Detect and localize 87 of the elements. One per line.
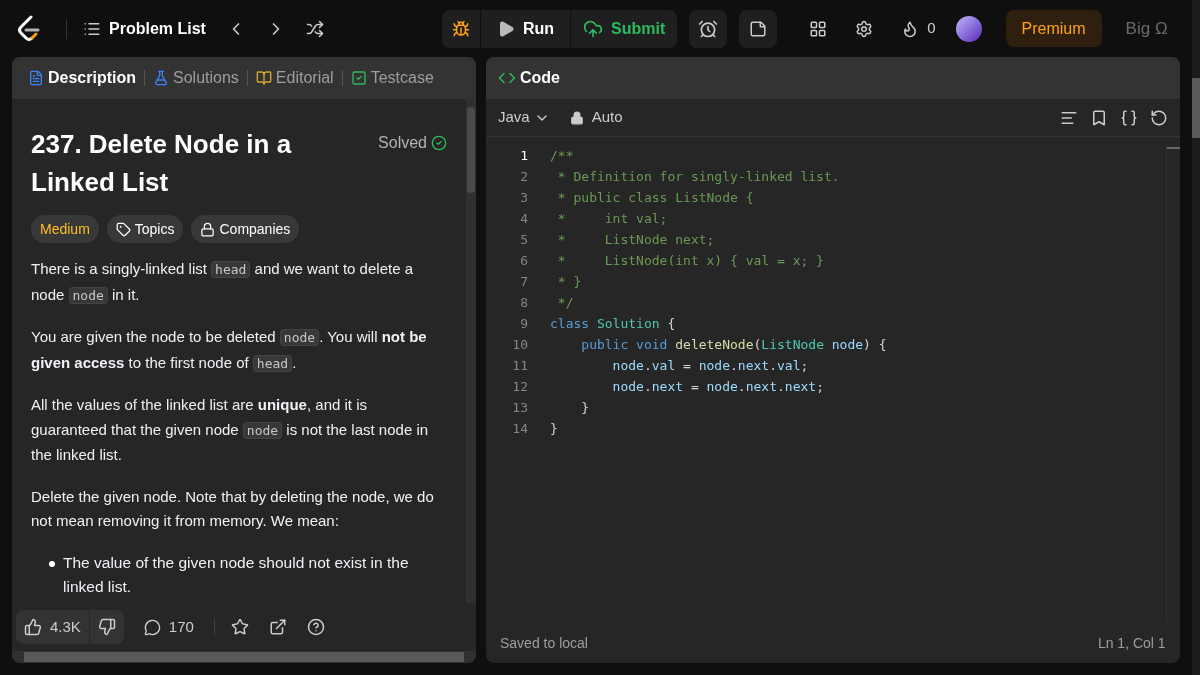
thumbs-down-icon: [97, 618, 116, 636]
help-icon: [306, 618, 325, 636]
checkbox-icon: [350, 70, 367, 86]
code-line: * ListNode(int x) { val = x; }: [556, 252, 824, 270]
run-button[interactable]: Run: [480, 9, 570, 48]
reset-button[interactable]: [1149, 108, 1168, 127]
line-number: 2: [519, 168, 529, 186]
code-line: node.next = node.next.next;: [611, 378, 824, 396]
settings-icon: [855, 19, 874, 38]
bug-icon: [451, 19, 470, 38]
code-line: class Solution {: [550, 315, 676, 333]
difficulty-tag: Medium: [31, 215, 99, 243]
username[interactable]: Big Ω: [1125, 15, 1168, 42]
code-line: * int val;: [556, 210, 668, 228]
code-line: }: [550, 420, 558, 438]
check-icon: [431, 135, 447, 151]
code-line: /**: [550, 147, 574, 165]
timer-button[interactable]: [689, 9, 728, 48]
upload-icon: [583, 18, 603, 39]
braces-button[interactable]: [1119, 108, 1138, 127]
vertical-scrollbar[interactable]: [466, 99, 476, 603]
bullet-text: The value of the given node should not exist in the linked list.: [63, 552, 410, 597]
code-line: node.val = node.next.val;: [611, 357, 809, 375]
code-line: public void deleteNode(ListNode node) {: [580, 336, 887, 354]
avatar[interactable]: [955, 15, 982, 42]
tag-chip[interactable]: Companies: [191, 215, 300, 243]
premium-button[interactable]: Premium: [1005, 10, 1102, 47]
panel-tab[interactable]: Editorial: [255, 66, 334, 90]
notes-button[interactable]: [739, 9, 778, 48]
page-scrollbar[interactable]: [1191, 0, 1200, 675]
line-number: 13: [511, 399, 529, 417]
auto-mode: Auto: [569, 106, 623, 129]
line-number: 12: [511, 378, 529, 396]
tag-chip[interactable]: Topics: [106, 215, 184, 243]
alarm-clock-icon: [698, 18, 719, 39]
language-select[interactable]: Java: [498, 106, 550, 129]
line-number: 9: [519, 315, 529, 333]
code-line: * Definition for singly-linked list.: [556, 168, 840, 186]
reset-icon: [1149, 108, 1168, 127]
flask-icon: [153, 70, 169, 86]
debug-button[interactable]: [441, 9, 480, 48]
panel-tab[interactable]: Solutions: [153, 66, 239, 90]
line-number: 4: [519, 210, 529, 228]
horizontal-scrollbar[interactable]: [12, 651, 476, 663]
line-number: 11: [511, 357, 529, 375]
code-line: */: [556, 294, 574, 312]
lock-icon: [200, 221, 216, 237]
comment-icon: [143, 618, 161, 636]
panel-tab[interactable]: Description: [28, 66, 136, 90]
code-tab[interactable]: Code: [498, 66, 560, 90]
code-line: }: [580, 399, 590, 417]
line-number: 7: [519, 273, 529, 291]
streak-button[interactable]: 0: [893, 17, 944, 40]
star-icon: [230, 618, 249, 636]
solved-status: Solved: [378, 131, 447, 155]
problem-list-button[interactable]: Problem List: [79, 16, 210, 41]
code-line: * public class ListNode {: [556, 189, 754, 207]
tag-icon: [115, 221, 131, 237]
description-paragraph: Delete the given node. Note that by deleting the node, we do not mean removing it from memory. We mean:: [31, 486, 435, 531]
lock-icon: [569, 110, 584, 125]
line-number: 3: [519, 189, 529, 207]
code-line: * ListNode next;: [556, 231, 715, 249]
line-number: 10: [511, 336, 529, 354]
problem-title: 237. Delete Node in a Linked List: [31, 128, 293, 199]
line-number: 5: [519, 231, 529, 249]
external-link-icon: [268, 618, 287, 636]
line-number: 1: [519, 147, 529, 165]
description-paragraph: All the values of the linked list are unique, and it is guaranteed that the given node node is not the last node in the linked list.: [31, 395, 430, 465]
code-line: * }: [556, 273, 582, 291]
line-number: 14: [511, 420, 529, 438]
submit-button[interactable]: Submit: [571, 9, 678, 48]
cursor-position: Ln 1, Col 1: [1097, 633, 1166, 653]
book-icon: [255, 70, 272, 86]
description-paragraph: You are given the node to be deleted node . You will not be given access to the first node of head .: [31, 327, 428, 374]
save-status: Saved to local: [500, 633, 588, 653]
comments-button[interactable]: 170: [135, 615, 202, 639]
description-paragraph: There is a singly-linked list head and we want to delete a node node in it.: [31, 259, 414, 306]
braces-icon: [1119, 108, 1138, 127]
description-icon: [28, 70, 44, 86]
grid-icon: [809, 19, 828, 38]
panel-tab[interactable]: Testcase: [350, 66, 434, 90]
thumbs-up-icon: [24, 618, 42, 636]
shuffle-icon: [305, 19, 324, 38]
line-number: 6: [519, 252, 529, 270]
note-icon: [749, 19, 768, 38]
logo-icon[interactable]: [16, 14, 42, 43]
line-number: 8: [519, 294, 529, 312]
